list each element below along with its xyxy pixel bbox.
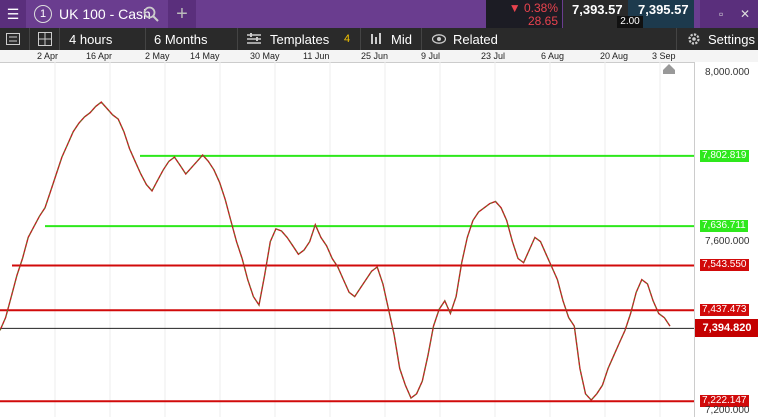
price-series-line <box>0 101 671 402</box>
price-tick-label: 8,000.000 <box>705 66 750 78</box>
date-label: 20 Aug <box>600 51 629 61</box>
templates-button[interactable]: Templates <box>270 28 329 50</box>
eye-icon[interactable] <box>432 28 446 50</box>
change-percent-value: 0.38% <box>523 1 558 15</box>
spread-badge: 2.00 <box>617 16 643 28</box>
minimize-icon[interactable]: ▫ <box>719 7 723 21</box>
buy-price: 7,395.57 <box>638 2 689 17</box>
date-label: 30 May <box>250 51 280 61</box>
current-price-badge: 7,394.820 <box>695 319 758 338</box>
level-label: 7,636.711 <box>700 220 748 233</box>
interval-select[interactable]: 4 hours <box>69 28 112 50</box>
layout-grid-icon[interactable] <box>38 28 52 50</box>
window-controls: ▫ ✕ <box>700 0 758 28</box>
price-type-icon[interactable] <box>370 28 384 50</box>
range-select[interactable]: 6 Months <box>154 28 207 50</box>
date-label: 9 Jul <box>421 51 441 61</box>
sell-price: 7,393.57 <box>572 2 623 17</box>
date-label: 2 May <box>145 51 170 61</box>
related-button[interactable]: Related <box>453 28 498 50</box>
price-axis: 7,802.819 7,636.711 7,543.550 7,437.473 7,22… <box>694 62 758 417</box>
templates-count-badge: 4 <box>344 33 351 45</box>
price-series-up-ticks <box>0 101 671 401</box>
change-points: 28.65 <box>527 14 558 28</box>
date-label: 16 Apr <box>86 51 113 61</box>
level-label: 7,543.550 <box>700 259 749 272</box>
date-label: 3 Sep <box>652 51 676 61</box>
tab-number-badge[interactable]: 1 <box>34 5 52 23</box>
gear-icon[interactable] <box>687 28 701 50</box>
chart-list-icon[interactable] <box>6 28 20 50</box>
settings-button[interactable]: Settings <box>708 28 755 50</box>
date-label: 2 Apr <box>37 51 59 61</box>
change-percent: ▼ 0.38% <box>508 1 558 15</box>
chart-toolbar: 4 hours 6 Months Templates 4 Mid Related… <box>0 28 758 50</box>
templates-icon[interactable] <box>247 28 261 50</box>
plus-icon[interactable]: + <box>168 0 196 28</box>
search-icon[interactable] <box>140 0 162 28</box>
date-label: 11 Jun <box>303 51 330 61</box>
close-icon[interactable]: ✕ <box>740 7 750 21</box>
price-type-select[interactable]: Mid <box>391 28 412 50</box>
date-label: 23 Jul <box>481 51 506 61</box>
market-name[interactable]: UK 100 - Cash <box>59 0 151 28</box>
level-label: 7,437.473 <box>700 304 749 317</box>
scroll-to-latest-icon[interactable] <box>662 63 676 75</box>
price-change-panel: ▼ 0.38% 28.65 <box>486 0 562 28</box>
date-label: 14 May <box>190 51 220 61</box>
price-chart[interactable] <box>0 62 694 417</box>
hamburger-menu-icon[interactable]: ☰ <box>0 0 26 28</box>
date-label: 6 Aug <box>541 51 565 61</box>
date-label: 25 Jun <box>361 51 389 61</box>
price-tick-label: 7,200.000 <box>705 404 750 416</box>
price-tick-label: 7,600.000 <box>705 235 750 247</box>
level-label: 7,802.819 <box>700 149 749 162</box>
